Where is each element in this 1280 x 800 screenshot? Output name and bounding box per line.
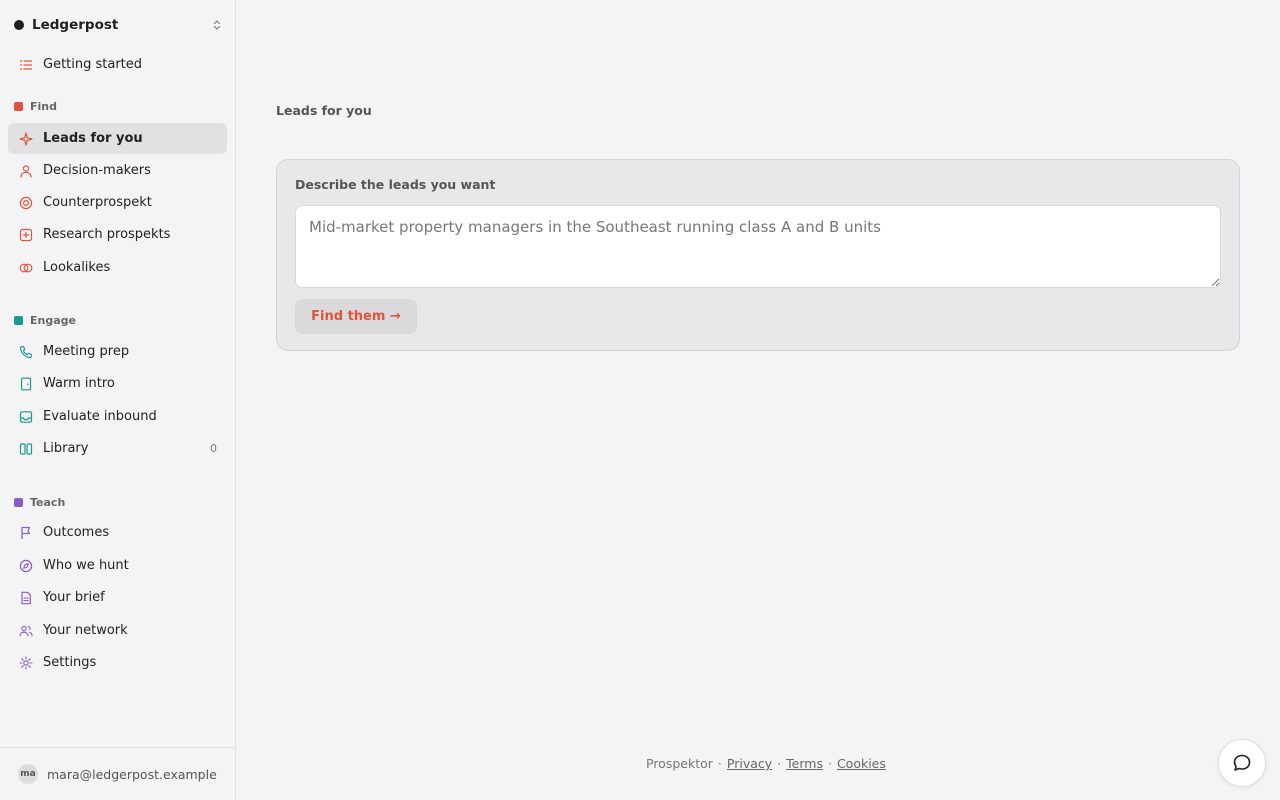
nav-warm-intro[interactable]: Warm intro — [8, 368, 227, 399]
people-icon — [19, 625, 33, 637]
document-icon — [21, 591, 31, 604]
nav-label: Evaluate inbound — [43, 409, 157, 424]
lead-description-input[interactable] — [295, 205, 1221, 288]
user-account[interactable]: ma mara@ledgerpost.example — [0, 747, 235, 800]
footer-separator: · — [717, 756, 722, 771]
chat-bubble-icon — [1233, 754, 1251, 771]
compass-icon — [19, 559, 33, 572]
section-title: Teach — [30, 495, 66, 509]
footer: Prospektor · Privacy · Terms · Cookies — [646, 756, 886, 771]
workspace-dot — [14, 20, 24, 30]
nav-getting-started[interactable]: Getting started — [8, 49, 227, 80]
plus-square-icon — [19, 228, 33, 241]
find-swatch — [14, 101, 23, 111]
user-email: mara@ledgerpost.example — [47, 766, 217, 782]
nav-label: Lookalikes — [43, 260, 111, 275]
teach-swatch — [14, 497, 23, 507]
nav-label: Leads for you — [43, 131, 143, 146]
nav-outcomes[interactable]: Outcomes — [8, 517, 227, 548]
nav-counterprospekt[interactable]: Counterprospekt — [8, 187, 227, 218]
avatar: ma — [18, 764, 38, 784]
section-engage: Engage — [14, 312, 76, 328]
door-icon — [20, 377, 32, 390]
terms-link[interactable]: Terms — [786, 756, 823, 771]
footer-separator: · — [777, 756, 782, 771]
nav-label: Research prospekts — [43, 227, 171, 242]
nav-label: Getting started — [43, 57, 143, 72]
section-find: Find — [14, 98, 57, 114]
nav-decision-makers[interactable]: Decision-makers — [8, 155, 227, 186]
nav-label: Your network — [43, 623, 128, 638]
section-title: Find — [30, 99, 57, 113]
section-teach: Teach — [14, 494, 65, 510]
target-icon — [19, 196, 33, 209]
nav-leads-for-you[interactable]: Leads for you — [8, 123, 227, 154]
footer-separator: · — [827, 756, 832, 771]
workspace-switcher[interactable]: Ledgerpost — [14, 14, 222, 36]
nav-label: Your brief — [43, 590, 105, 605]
gear-icon — [19, 655, 33, 670]
phone-icon — [19, 345, 32, 358]
sparkle-icon — [19, 131, 33, 146]
list-icon — [19, 59, 33, 70]
section-title: Engage — [30, 313, 76, 327]
columns-icon — [19, 442, 33, 455]
flag-icon — [21, 526, 31, 539]
engage-swatch — [14, 315, 23, 325]
nav-your-network[interactable]: Your network — [8, 615, 227, 646]
nav-label: Decision-makers — [43, 163, 151, 178]
nav-evaluate-inbound[interactable]: Evaluate inbound — [8, 401, 227, 432]
footer-brand: Prospektor — [646, 756, 713, 771]
nav-lookalikes[interactable]: Lookalikes — [8, 252, 227, 283]
nav-label: Meeting prep — [43, 344, 130, 359]
workspace-name: Ledgerpost — [32, 17, 119, 33]
main-content: Leads for you Describe the leads you wan… — [236, 0, 1280, 800]
nav-your-brief[interactable]: Your brief — [8, 582, 227, 613]
lead-description-label: Describe the leads you want — [295, 177, 496, 192]
nav-label: Library — [43, 441, 89, 456]
privacy-link[interactable]: Privacy — [727, 756, 772, 771]
nav-label: Settings — [43, 655, 97, 670]
nav-label: Outcomes — [43, 525, 110, 540]
chat-button[interactable] — [1218, 739, 1266, 787]
cookies-link[interactable]: Cookies — [837, 756, 886, 771]
nav-label: Warm intro — [43, 376, 115, 391]
find-them-button[interactable]: Find them → — [295, 299, 417, 334]
nav-label: Who we hunt — [43, 558, 129, 573]
lead-request-card: Describe the leads you want Find them → — [276, 159, 1240, 351]
overlapping-circles-icon — [19, 263, 33, 272]
nav-label: Counterprospekt — [43, 195, 152, 210]
library-count: 0 — [210, 442, 217, 455]
nav-meeting-prep[interactable]: Meeting prep — [8, 336, 227, 367]
person-icon — [20, 164, 32, 178]
nav-settings[interactable]: Settings — [8, 647, 227, 678]
nav-research-prospekts[interactable]: Research prospekts — [8, 219, 227, 250]
nav-who-we-hunt[interactable]: Who we hunt — [8, 550, 227, 581]
nav-library[interactable]: Library 0 — [8, 433, 227, 464]
inbox-icon — [19, 410, 33, 423]
page-title: Leads for you — [276, 103, 372, 118]
chevron-updown-icon — [213, 20, 221, 30]
sidebar: Ledgerpost Getting started Find Leads fo… — [0, 0, 236, 800]
